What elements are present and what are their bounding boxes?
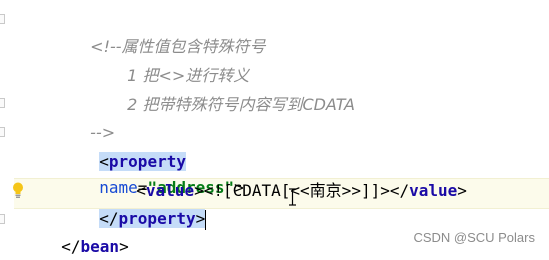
code-line[interactable]: 1 把<>进行转义 [117, 37, 249, 85]
watermark: CSDN @SCU Polars [413, 230, 535, 245]
bean-close-tag-name: bean [80, 237, 120, 256]
text-cursor-icon [289, 188, 296, 206]
code-line[interactable]: <value><![CDATA[<<南京>>]]></value> [117, 152, 467, 200]
tag-bracket: > [119, 237, 129, 256]
caret [205, 209, 207, 230]
fold-marker[interactable] [0, 98, 5, 108]
fold-marker[interactable] [0, 14, 5, 24]
lightbulb-icon[interactable] [10, 181, 26, 199]
tag-bracket: </ [61, 237, 81, 256]
code-line[interactable]: 2 把带特殊符号内容写到CDATA [117, 66, 355, 114]
tag-bracket: > [195, 209, 206, 228]
editor-gutter [0, 0, 14, 255]
code-line[interactable]: </bean> [42, 208, 128, 256]
code-line[interactable]: <property name="address"> [80, 123, 244, 197]
comment-text: 2 把带特殊符号内容写到CDATA [127, 95, 355, 114]
code-line-active[interactable]: </property> [80, 180, 207, 230]
fold-marker[interactable] [0, 214, 5, 224]
tag-bracket: </ [389, 181, 410, 200]
tag-bracket: > [457, 181, 467, 200]
code-line[interactable]: --> [80, 94, 115, 142]
fold-marker[interactable] [0, 127, 5, 137]
property-close-tag-name: property [118, 209, 196, 228]
tag-bracket: < [99, 152, 109, 171]
code-line[interactable]: <!--属性值包含特殊符号 [80, 8, 265, 56]
value-close-tag-name: value [409, 181, 458, 200]
